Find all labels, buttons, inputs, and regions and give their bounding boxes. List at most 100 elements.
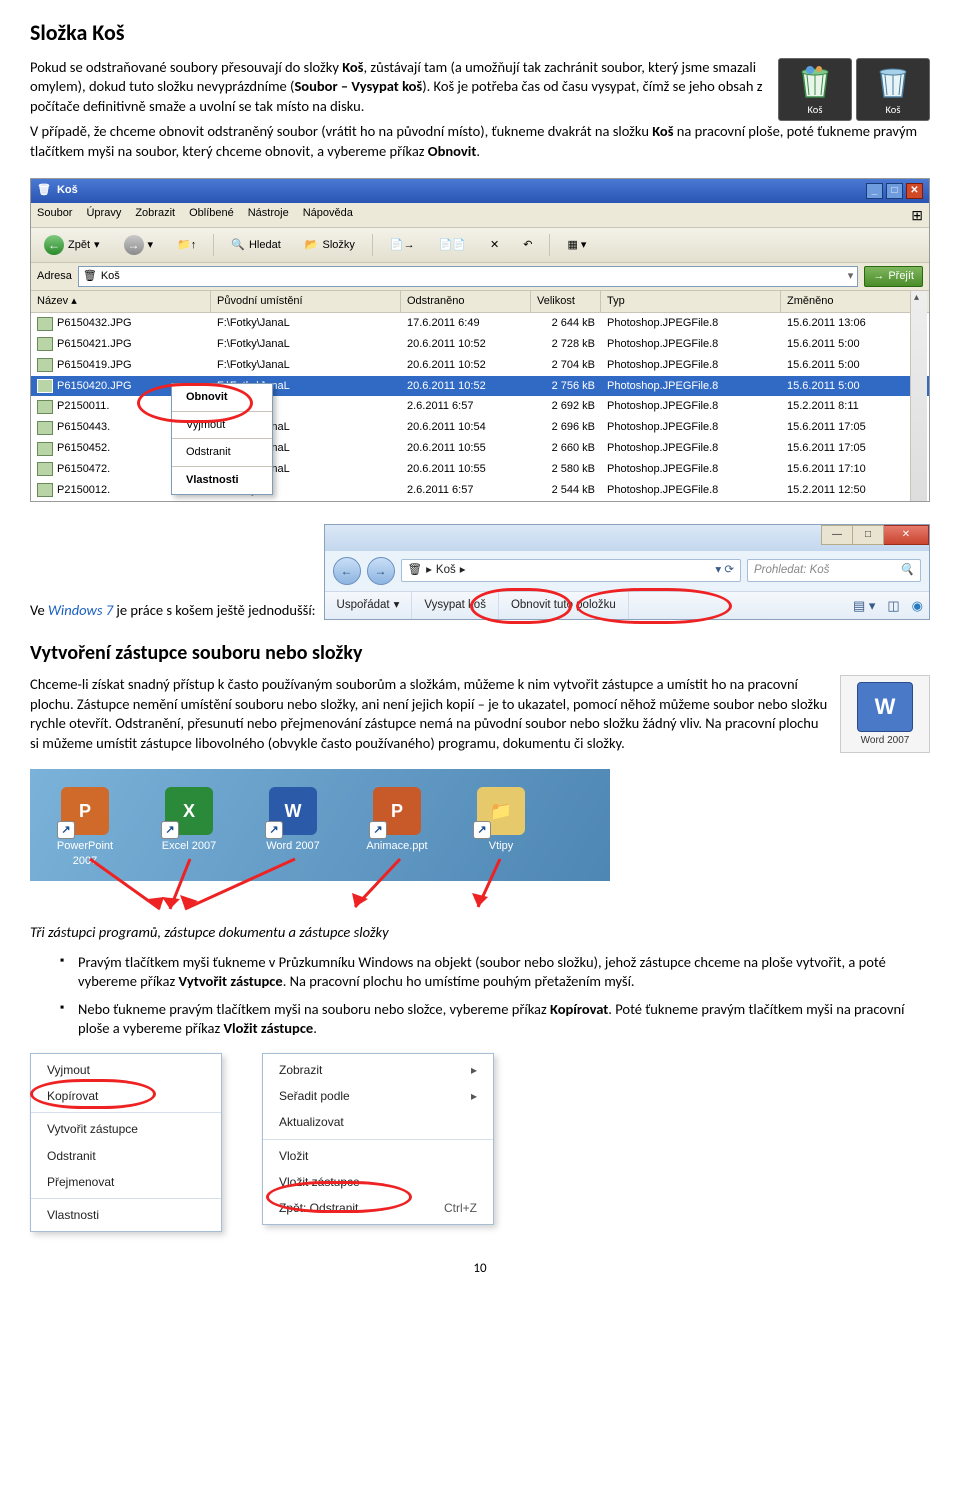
desktop-shortcut[interactable]: X↗Excel 2007 — [154, 787, 224, 869]
shortcut-arrow-icon: ↗ — [265, 821, 283, 839]
address-bar: Adresa 🗑 Koš▾ → Přejít — [31, 263, 929, 291]
menu-oblibene[interactable]: Oblíbené — [189, 206, 234, 225]
file-list: P6150432.JPGF:\Fotky\JanaL17.6.2011 6:49… — [31, 313, 929, 501]
col-odstraneno[interactable]: Odstraněno — [401, 291, 531, 312]
menu-item[interactable]: Přejmenovat — [31, 1169, 221, 1195]
recycle-bin-empty-tile: Koš — [856, 58, 930, 121]
table-row[interactable]: P6150432.JPGF:\Fotky\JanaL17.6.2011 6:49… — [31, 313, 929, 334]
maximize-button[interactable]: □ — [886, 183, 903, 199]
empty-recycle-bin-button[interactable]: Vysypat koš — [412, 592, 499, 620]
shortcut-arrow-icon: ↗ — [473, 821, 491, 839]
shortcut-arrow-icon: ↗ — [161, 821, 179, 839]
col-nazev[interactable]: Název ▴ — [31, 291, 211, 312]
back-button[interactable]: ← — [333, 557, 361, 585]
word-icon-label: Word 2007 — [861, 735, 910, 746]
menu-item[interactable]: Aktualizovat — [263, 1109, 493, 1135]
ctx-obnovit[interactable]: Obnovit — [172, 386, 272, 409]
delete-button[interactable]: ✕ — [483, 235, 506, 256]
desktop-shortcut[interactable]: W↗Word 2007 — [258, 787, 328, 869]
table-row[interactable]: P6150420.JPGF:\Fotky\JanaL20.6.2011 10:5… — [31, 376, 929, 397]
table-row[interactable]: P6150443.F:\Fotky\JanaL20.6.2011 10:542 … — [31, 417, 929, 438]
instructions-list: Pravým tlačítkem myši ťukneme v Průzkumn… — [60, 953, 930, 1039]
address-field[interactable]: 🗑 Koš▾ — [78, 266, 858, 287]
tile-label: Koš — [886, 103, 901, 116]
menu-nastroje[interactable]: Nástroje — [248, 206, 289, 225]
recycle-bin-icons: Koš Koš — [778, 58, 930, 121]
menu-upravy[interactable]: Úpravy — [86, 206, 121, 225]
forward-button[interactable]: → ▾ — [117, 232, 161, 258]
paragraph-2: V případě, že chceme obnovit odstraněný … — [30, 122, 930, 161]
desktop-shortcuts-strip: P↗PowerPoint 2007 X↗Excel 2007 W↗Word 2007… — [30, 769, 610, 881]
minimize-button[interactable]: _ — [866, 183, 883, 199]
heading-vytvoreni-zastupce: Vytvoření zástupce souboru nebo složky — [30, 640, 930, 667]
search-input[interactable]: Prohledat: Koš🔍 — [747, 559, 921, 583]
ctx-vlastnosti[interactable]: Vlastnosti — [172, 469, 272, 492]
scrollbar[interactable] — [910, 291, 927, 500]
menu-item[interactable]: Seřadit podle — [263, 1083, 493, 1109]
organize-button[interactable]: Uspořádat ▾ — [325, 592, 413, 620]
col-zmeneno[interactable]: Změněno — [781, 291, 911, 312]
recycle-bin-full-tile: Koš — [778, 58, 852, 121]
views-button[interactable]: ▦ ▾ — [560, 235, 593, 256]
forward-button[interactable]: → — [367, 557, 395, 585]
views-button[interactable]: ▤ ▾ — [847, 593, 881, 619]
preview-pane-button[interactable]: ◫ — [881, 593, 905, 619]
shortcut-arrow-icon: ↗ — [369, 821, 387, 839]
maximize-button[interactable]: □ — [853, 525, 884, 545]
menu-item[interactable]: Odstranit — [31, 1143, 221, 1169]
ctx-vyjmout[interactable]: Vyjmout — [172, 414, 272, 437]
desktop-shortcut[interactable]: P↗PowerPoint 2007 — [50, 787, 120, 869]
copy-to-button[interactable]: 📄📄 — [432, 235, 473, 256]
tile-label: Koš — [808, 103, 823, 116]
table-row[interactable]: P6150472.F:\Fotky\JanaL20.6.2011 10:552 … — [31, 459, 929, 480]
menu-item[interactable]: Zobrazit — [263, 1057, 493, 1083]
menu-item[interactable]: Vlastnosti — [31, 1202, 221, 1228]
menu-item[interactable]: Vyjmout — [31, 1057, 221, 1083]
table-row[interactable]: P6150419.JPGF:\Fotky\JanaL20.6.2011 10:5… — [31, 355, 929, 376]
recycle-bin-window-win7: — □ ✕ ← → 🗑 ▸ Koš ▸ ▾ ⟳ Prohledat: Koš🔍 … — [324, 524, 930, 621]
undo-button[interactable]: ↶ — [516, 235, 539, 256]
desktop-shortcut[interactable]: 📁↗Vtipy — [466, 787, 536, 869]
restore-item-button[interactable]: Obnovit tuto položku — [499, 592, 629, 620]
folders-button[interactable]: 📂 Složky — [298, 235, 362, 256]
help-button[interactable]: ◉ — [906, 593, 929, 619]
window-title: 🗑Koš — [37, 183, 78, 198]
col-puvodni[interactable]: Původní umístění — [211, 291, 401, 312]
windows-flag-icon: ⊞ — [911, 206, 923, 225]
table-row[interactable]: P2150011.F:\Fotky2.6.2011 6:572 692 kBPh… — [31, 396, 929, 417]
close-button[interactable]: ✕ — [884, 525, 929, 545]
ctx-odstranit[interactable]: Odstranit — [172, 441, 272, 464]
table-row[interactable]: P2150012.F:\Fotky2.6.2011 6:572 544 kBPh… — [31, 480, 929, 501]
col-velikost[interactable]: Velikost — [531, 291, 601, 312]
page-number: 10 — [30, 1260, 930, 1278]
table-row[interactable]: P6150421.JPGF:\Fotky\JanaL20.6.2011 10:5… — [31, 334, 929, 355]
menu-item[interactable]: Zpět: OdstranitCtrl+Z — [263, 1195, 493, 1221]
up-button[interactable]: 📁↑ — [170, 235, 203, 256]
col-typ[interactable]: Typ — [601, 291, 781, 312]
menu-item[interactable]: Vložit — [263, 1143, 493, 1169]
search-button[interactable]: 🔍 Hledat — [224, 235, 288, 256]
paragraph-win7: Ve Windows 7 je práce s košem ještě jedn… — [30, 601, 316, 621]
caption-zastupci: Tři zástupci programů, zástupce dokument… — [30, 923, 930, 943]
menu-napoveda[interactable]: Nápověda — [303, 206, 353, 225]
menu-zobrazit[interactable]: Zobrazit — [135, 206, 175, 225]
shortcut-arrow-icon: ↗ — [57, 821, 75, 839]
search-icon: 🔍 — [900, 563, 914, 579]
menu-item[interactable]: Vložit zástupce — [263, 1169, 493, 1195]
move-to-button[interactable]: 📄→ — [383, 235, 422, 256]
address-label: Adresa — [37, 269, 72, 284]
back-button[interactable]: ←Zpět ▾ — [37, 232, 107, 258]
go-button[interactable]: → Přejít — [864, 266, 923, 287]
breadcrumb[interactable]: 🗑 ▸ Koš ▸ ▾ ⟳ — [401, 559, 741, 583]
menu-item[interactable]: Kopírovat — [31, 1083, 221, 1109]
minimize-button[interactable]: — — [821, 525, 853, 545]
menu-item[interactable]: Vytvořit zástupce — [31, 1116, 221, 1142]
close-button[interactable]: ✕ — [906, 183, 923, 199]
list-item: Pravým tlačítkem myši ťukneme v Průzkumn… — [60, 953, 930, 992]
toolbar: ←Zpět ▾ → ▾ 📁↑ 🔍 Hledat 📂 Složky 📄→ 📄📄 ✕… — [31, 228, 929, 263]
desktop-shortcut[interactable]: P↗Animace.ppt — [362, 787, 432, 869]
recycle-bin-window-xp: 🗑Koš _ □ ✕ Soubor Úpravy Zobrazit Oblíbe… — [30, 178, 930, 502]
menu-soubor[interactable]: Soubor — [37, 206, 72, 225]
table-row[interactable]: P6150452.F:\Fotky\JanaL20.6.2011 10:552 … — [31, 438, 929, 459]
context-menus-pair: VyjmoutKopírovat Vytvořit zástupceOdstran… — [30, 1053, 930, 1232]
